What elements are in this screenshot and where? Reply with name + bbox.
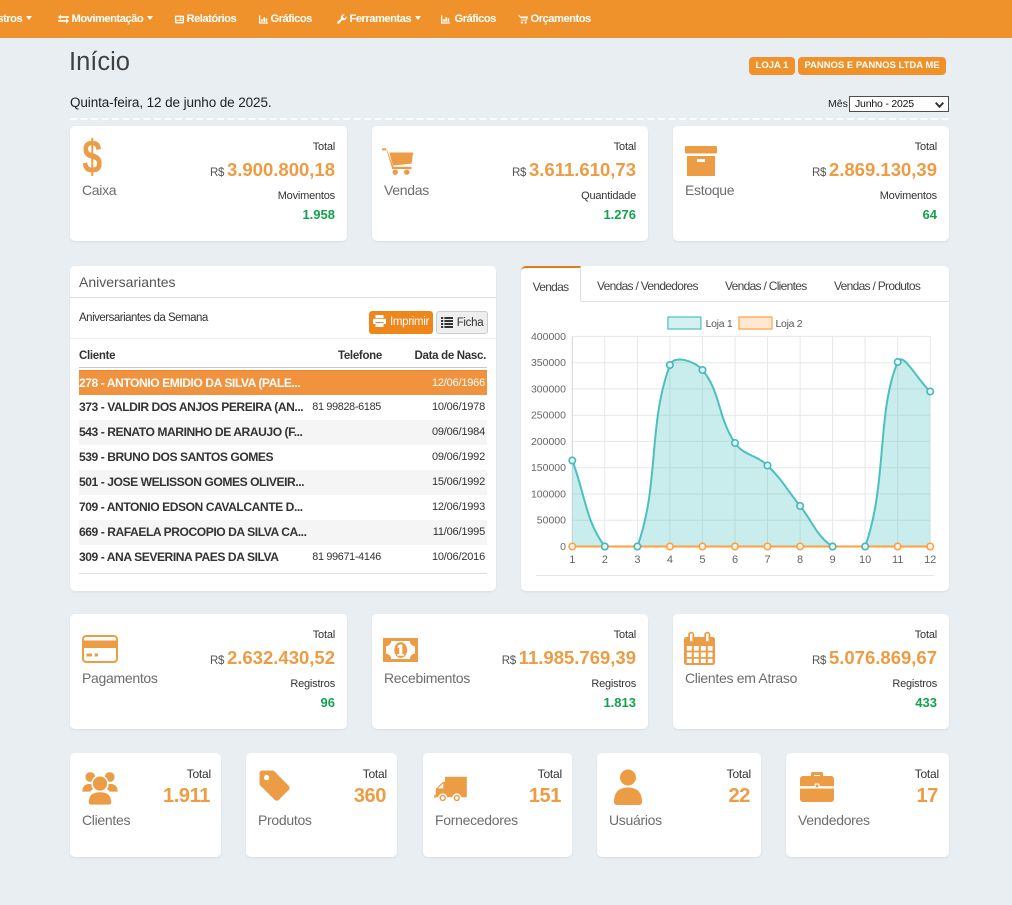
svg-text:12: 12 (924, 554, 936, 566)
svg-text:0: 0 (560, 541, 566, 553)
svg-text:3: 3 (634, 554, 640, 566)
svg-text:350000: 350000 (531, 357, 566, 369)
svg-text:9: 9 (830, 554, 836, 566)
svg-text:4: 4 (667, 554, 673, 566)
svg-text:250000: 250000 (531, 410, 566, 422)
svg-text:5: 5 (699, 554, 705, 566)
svg-text:300000: 300000 (531, 383, 566, 395)
svg-text:Loja 1: Loja 1 (706, 318, 733, 330)
svg-text:Loja 2: Loja 2 (776, 318, 803, 330)
svg-text:400000: 400000 (531, 331, 566, 343)
svg-text:10: 10 (859, 554, 871, 566)
svg-text:50000: 50000 (537, 515, 566, 527)
svg-text:8: 8 (797, 554, 803, 566)
svg-text:$: $ (82, 134, 102, 176)
svg-text:6: 6 (732, 554, 738, 566)
svg-text:150000: 150000 (531, 462, 566, 474)
svg-text:100000: 100000 (531, 489, 566, 501)
svg-text:200000: 200000 (531, 436, 566, 448)
svg-text:11: 11 (892, 554, 903, 566)
svg-text:2: 2 (602, 554, 608, 566)
svg-text:1: 1 (569, 554, 575, 566)
svg-text:7: 7 (764, 554, 770, 566)
